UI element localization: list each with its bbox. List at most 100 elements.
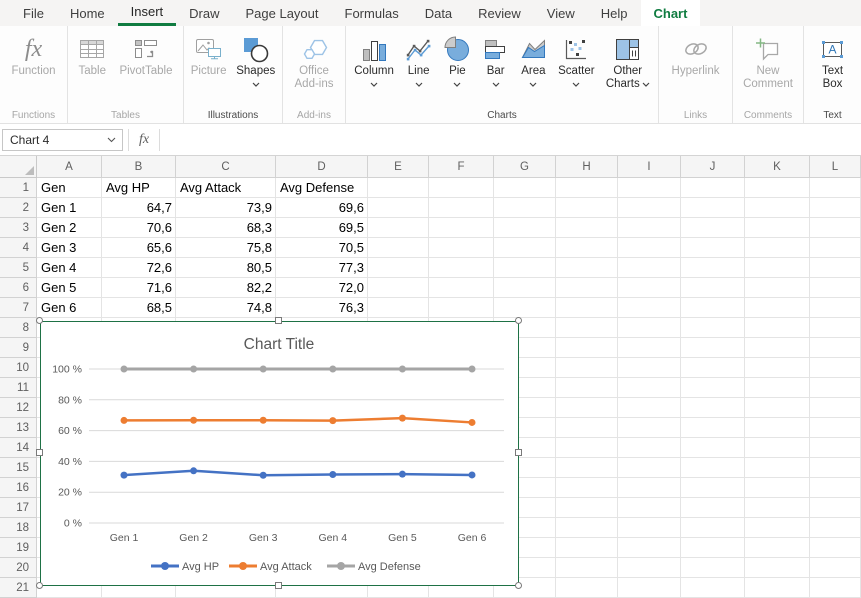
row-header-12[interactable]: 12 (0, 398, 37, 418)
name-box-chevron-down-icon[interactable] (107, 137, 122, 143)
column-header-H[interactable]: H (556, 156, 618, 178)
area-chart-button[interactable]: Area (517, 33, 550, 89)
tab-file[interactable]: File (10, 0, 57, 26)
chart-title[interactable]: Chart Title (244, 336, 315, 353)
cell-D2[interactable]: 69,6 (276, 198, 368, 218)
cell-D4[interactable]: 70,5 (276, 238, 368, 258)
tab-data[interactable]: Data (412, 0, 465, 26)
column-chart-button[interactable]: Column (351, 33, 397, 89)
tab-page-layout[interactable]: Page Layout (233, 0, 332, 26)
row-header-2[interactable]: 2 (0, 198, 37, 218)
series-avg-defense[interactable] (121, 366, 476, 373)
cell-A3[interactable]: Gen 2 (37, 218, 102, 238)
chart-legend[interactable]: Avg HP Avg Attack Avg Defense (151, 561, 421, 573)
row-header-7[interactable]: 7 (0, 298, 37, 318)
chart-resize-handle-s[interactable] (275, 582, 282, 589)
column-header-A[interactable]: A (37, 156, 102, 178)
row-header-11[interactable]: 11 (0, 378, 37, 398)
row-header-1[interactable]: 1 (0, 178, 37, 198)
picture-button[interactable]: Picture (188, 33, 230, 78)
legend-item-avg-attack[interactable]: Avg Attack (229, 561, 312, 573)
cell-D6[interactable]: 72,0 (276, 278, 368, 298)
tab-chart[interactable]: Chart (641, 0, 701, 26)
y-axis-labels[interactable]: 0 %20 %40 %60 %80 %100 % (52, 364, 82, 530)
text-box-button[interactable]: A Text Box (816, 33, 849, 91)
bar-chart-button[interactable]: Bar (480, 33, 512, 89)
cell-C3[interactable]: 68,3 (176, 218, 276, 238)
column-header-I[interactable]: I (618, 156, 681, 178)
column-header-K[interactable]: K (745, 156, 810, 178)
name-box[interactable]: Chart 4 (2, 129, 123, 151)
row-header-9[interactable]: 9 (0, 338, 37, 358)
select-all-corner[interactable] (0, 156, 37, 178)
row-header-15[interactable]: 15 (0, 458, 37, 478)
tab-draw[interactable]: Draw (176, 0, 232, 26)
column-header-B[interactable]: B (102, 156, 176, 178)
line-chart-button[interactable]: Line (402, 33, 435, 89)
function-button[interactable]: fx Function (8, 33, 58, 78)
cell-B5[interactable]: 72,6 (102, 258, 176, 278)
cell-B6[interactable]: 71,6 (102, 278, 176, 298)
cell-B4[interactable]: 65,6 (102, 238, 176, 258)
chart-resize-handle-e[interactable] (515, 449, 522, 456)
cell-D1[interactable]: Avg Defense (276, 178, 368, 198)
cell-C4[interactable]: 75,8 (176, 238, 276, 258)
row-header-3[interactable]: 3 (0, 218, 37, 238)
scatter-chart-button[interactable]: Scatter (555, 33, 597, 89)
chart-resize-handle-se[interactable] (515, 582, 522, 589)
row-header-13[interactable]: 13 (0, 418, 37, 438)
legend-item-avg-defense[interactable]: Avg Defense (327, 561, 421, 573)
row-header-21[interactable]: 21 (0, 578, 37, 598)
embedded-chart[interactable]: Chart Title 0 %20 %40 %60 %80 %100 % Gen 1… (40, 321, 519, 586)
row-header-16[interactable]: 16 (0, 478, 37, 498)
cell-B7[interactable]: 68,5 (102, 298, 176, 318)
cell-A7[interactable]: Gen 6 (37, 298, 102, 318)
series-avg-hp[interactable] (121, 467, 476, 478)
chart-resize-handle-w[interactable] (36, 449, 43, 456)
chart-resize-handle-ne[interactable] (515, 317, 522, 324)
row-header-19[interactable]: 19 (0, 538, 37, 558)
shapes-button[interactable]: Shapes (233, 33, 278, 89)
row-header-17[interactable]: 17 (0, 498, 37, 518)
cell-C1[interactable]: Avg Attack (176, 178, 276, 198)
column-header-L[interactable]: L (810, 156, 861, 178)
pie-chart-button[interactable]: Pie (440, 33, 474, 89)
tab-review[interactable]: Review (465, 0, 534, 26)
tab-view[interactable]: View (534, 0, 588, 26)
legend-item-avg-hp[interactable]: Avg HP (151, 561, 219, 573)
column-header-F[interactable]: F (429, 156, 494, 178)
tab-help[interactable]: Help (588, 0, 641, 26)
cell-D3[interactable]: 69,5 (276, 218, 368, 238)
table-button[interactable]: Table (75, 33, 109, 78)
column-header-J[interactable]: J (681, 156, 745, 178)
cell-C6[interactable]: 82,2 (176, 278, 276, 298)
cell-C7[interactable]: 74,8 (176, 298, 276, 318)
row-header-5[interactable]: 5 (0, 258, 37, 278)
cell-A2[interactable]: Gen 1 (37, 198, 102, 218)
column-header-G[interactable]: G (494, 156, 556, 178)
column-header-E[interactable]: E (368, 156, 429, 178)
chart-resize-handle-n[interactable] (275, 317, 282, 324)
other-charts-button[interactable]: Other Charts (603, 33, 653, 91)
cell-B2[interactable]: 64,7 (102, 198, 176, 218)
cell-B3[interactable]: 70,6 (102, 218, 176, 238)
cell-A4[interactable]: Gen 3 (37, 238, 102, 258)
pivottable-button[interactable]: PivotTable (116, 33, 175, 78)
column-header-C[interactable]: C (176, 156, 276, 178)
column-header-D[interactable]: D (276, 156, 368, 178)
hyperlink-button[interactable]: Hyperlink (669, 33, 723, 78)
new-comment-button[interactable]: New Comment (740, 33, 796, 91)
row-header-6[interactable]: 6 (0, 278, 37, 298)
row-header-14[interactable]: 14 (0, 438, 37, 458)
office-addins-button[interactable]: Office Add-ins (292, 33, 337, 91)
x-axis-labels[interactable]: Gen 1Gen 2Gen 3Gen 4Gen 5Gen 6 (110, 532, 487, 544)
cell-A1[interactable]: Gen (37, 178, 102, 198)
tab-insert[interactable]: Insert (118, 0, 177, 26)
row-header-8[interactable]: 8 (0, 318, 37, 338)
cell-D5[interactable]: 77,3 (276, 258, 368, 278)
series-avg-attack[interactable] (121, 415, 476, 426)
tab-formulas[interactable]: Formulas (332, 0, 412, 26)
chart-resize-handle-sw[interactable] (36, 582, 43, 589)
cell-B1[interactable]: Avg HP (102, 178, 176, 198)
insert-function-button[interactable]: fx (128, 129, 160, 151)
